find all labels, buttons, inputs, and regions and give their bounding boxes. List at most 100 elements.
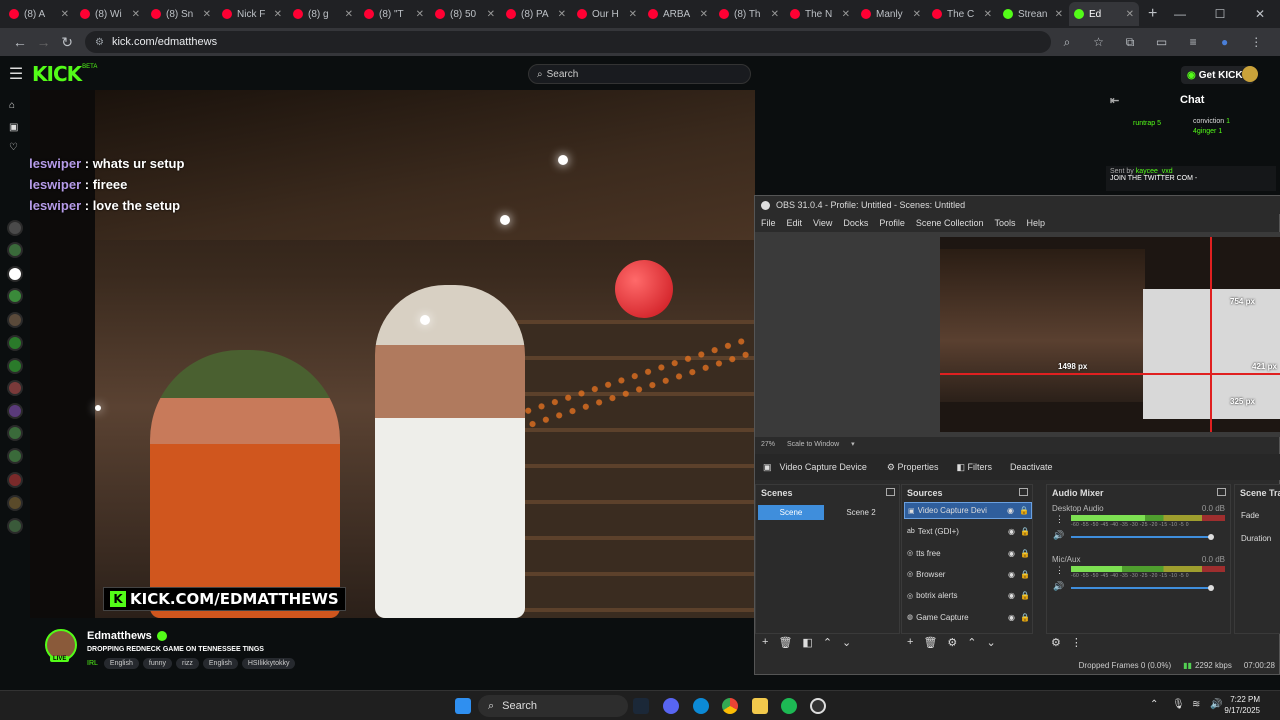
browser-tab[interactable]: (8) Sn ✕ (146, 2, 216, 26)
new-tab-icon[interactable]: + (1148, 5, 1157, 23)
close-tab-icon[interactable]: ✕ (61, 9, 69, 20)
arrow-down-icon[interactable]: ⌄ (842, 636, 851, 649)
microphone-icon[interactable]: 🎙 (1172, 699, 1185, 710)
browser-tab[interactable]: The N ✕ (785, 2, 855, 26)
volume-slider[interactable] (1071, 534, 1214, 540)
volume-slider-knob[interactable] (1208, 534, 1214, 540)
forward-icon[interactable]: → (32, 34, 56, 50)
scale-mode-select[interactable]: Scale to Window (787, 441, 839, 448)
tray-chevron-icon[interactable]: ⌃ (1150, 699, 1158, 710)
followed-channel-avatar[interactable] (7, 220, 23, 236)
followed-channel-avatar[interactable] (7, 425, 23, 441)
trash-icon[interactable]: 🗑 (923, 636, 937, 649)
back-icon[interactable]: ← (8, 34, 32, 50)
arrow-up-icon[interactable]: ⌃ (967, 636, 976, 649)
browser-tab[interactable]: Our H ✕ (572, 2, 642, 26)
filters-button[interactable]: ◧ Filters (957, 462, 993, 473)
close-tab-icon[interactable]: ✕ (984, 9, 992, 20)
source-item[interactable]: ab Text (GDI+) ◉ 🔒 (904, 523, 1032, 540)
obs-preview[interactable]: 754 px 1498 px 421 px 325 px (755, 232, 1280, 437)
discord-icon[interactable] (663, 698, 679, 714)
close-window-icon[interactable]: ✕ (1240, 7, 1280, 21)
streamer-name[interactable]: Edmatthews (87, 630, 152, 642)
video-player[interactable]: bladeswiper : whats ur setupbladeswiper … (30, 90, 755, 618)
close-tab-icon[interactable]: ✕ (487, 9, 495, 20)
browser-tab[interactable]: Ed ✕ (1069, 2, 1139, 26)
visibility-eye-icon[interactable]: ◉ (1007, 506, 1019, 515)
stream-tag[interactable]: English (202, 658, 238, 669)
address-bar[interactable]: ⚙ kick.com/edmatthews (84, 31, 1052, 53)
collapse-chat-icon[interactable]: ⇤ (1110, 94, 1119, 107)
undock-icon[interactable] (1217, 488, 1226, 496)
scene-item[interactable]: Scene (758, 505, 824, 520)
search-input[interactable]: ⌕ Search (528, 64, 751, 84)
browser-tab[interactable]: Nick F ✕ (217, 2, 287, 26)
source-item[interactable]: ◎ Browser ◉ 🔒 (904, 566, 1032, 583)
hamburger-icon[interactable]: ☰ (0, 64, 32, 84)
steam-icon[interactable] (633, 698, 649, 714)
lock-icon[interactable]: 🔒 (1019, 506, 1031, 515)
close-tab-icon[interactable]: ✕ (558, 9, 566, 20)
visibility-eye-icon[interactable]: ◉ (1008, 527, 1020, 536)
kick-logo[interactable]: KICK (32, 62, 82, 86)
followed-channel-avatar[interactable] (7, 358, 23, 374)
lock-icon[interactable]: 🔒 (1020, 549, 1032, 558)
browser-tab[interactable]: Strean ✕ (998, 2, 1068, 26)
speaker-icon[interactable]: 🔊 (1053, 581, 1064, 592)
browser-tab[interactable]: Manly ✕ (856, 2, 926, 26)
followed-channel-avatar[interactable] (7, 495, 23, 511)
reload-icon[interactable]: ↻ (55, 34, 79, 51)
wifi-icon[interactable]: ≋ (1192, 699, 1200, 710)
undock-icon[interactable] (886, 488, 895, 496)
volume-slider-knob[interactable] (1208, 585, 1214, 591)
close-tab-icon[interactable]: ✕ (1126, 9, 1134, 20)
zoom-icon[interactable]: ⌕ (1051, 35, 1083, 50)
browser-tab[interactable]: (8) A ✕ (4, 2, 74, 26)
stream-tag[interactable]: English (103, 658, 139, 669)
browser-tab[interactable]: (8) 50 ✕ (430, 2, 500, 26)
lock-icon[interactable]: 🔒 (1020, 570, 1032, 579)
volume-slider[interactable] (1071, 585, 1214, 591)
followed-channel-avatar[interactable] (7, 518, 23, 534)
lock-icon[interactable]: 🔒 (1020, 613, 1032, 622)
preview-canvas[interactable]: 754 px 1498 px 421 px 325 px (940, 237, 1280, 432)
media-icon[interactable]: ≡ (1177, 35, 1209, 49)
browser-tab[interactable]: (8) g ✕ (288, 2, 358, 26)
properties-button[interactable]: ⚙ Properties (887, 462, 939, 473)
close-tab-icon[interactable]: ✕ (345, 9, 353, 20)
browse-icon[interactable]: ▣ (9, 122, 18, 133)
arrow-down-icon[interactable]: ⌄ (987, 636, 996, 649)
close-tab-icon[interactable]: ✕ (274, 9, 282, 20)
obs-menu-item[interactable]: File (761, 218, 776, 228)
scene-item[interactable]: Scene 2 (828, 505, 894, 520)
top-gifter[interactable]: runtrap 5 (1133, 120, 1161, 127)
visibility-eye-icon[interactable]: ◉ (1008, 613, 1020, 622)
advanced-audio-icon[interactable]: ⚙ (1051, 636, 1061, 649)
lock-icon[interactable]: 🔒 (1020, 591, 1032, 600)
close-tab-icon[interactable]: ✕ (700, 9, 708, 20)
close-tab-icon[interactable]: ✕ (842, 9, 850, 20)
taskbar-clock[interactable]: 7:22 PM 9/17/2025 (1224, 694, 1260, 716)
visibility-eye-icon[interactable]: ◉ (1008, 549, 1020, 558)
close-tab-icon[interactable]: ✕ (629, 9, 637, 20)
close-tab-icon[interactable]: ✕ (203, 9, 211, 20)
visibility-eye-icon[interactable]: ◉ (1008, 570, 1020, 579)
followed-channel-avatar[interactable] (7, 312, 23, 328)
undock-icon[interactable] (1019, 488, 1028, 496)
volume-icon[interactable]: 🔊 (1210, 699, 1222, 710)
chrome-icon[interactable] (722, 698, 738, 714)
browser-tab[interactable]: (8) PA ✕ (501, 2, 571, 26)
stream-tag[interactable]: rizz (176, 658, 199, 669)
source-item[interactable]: ◎ tts free ◉ 🔒 (904, 545, 1032, 562)
channel-menu-icon[interactable]: ⋮ (1055, 514, 1064, 525)
menu-icon[interactable]: ⋮ (1240, 35, 1272, 49)
user-avatar[interactable] (1242, 66, 1258, 82)
gifter-2[interactable]: conviction 1 (1193, 118, 1230, 125)
browser-tab[interactable]: (8) Wi ✕ (75, 2, 145, 26)
following-icon[interactable]: ♡ (9, 142, 18, 153)
chevron-down-icon[interactable]: ▾ (851, 440, 855, 448)
gear-icon[interactable]: ⚙ (947, 636, 957, 649)
mixer-menu-icon[interactable]: ⋮ (1071, 636, 1082, 649)
obs-menu-item[interactable]: Scene Collection (916, 218, 984, 228)
close-tab-icon[interactable]: ✕ (1055, 9, 1063, 20)
